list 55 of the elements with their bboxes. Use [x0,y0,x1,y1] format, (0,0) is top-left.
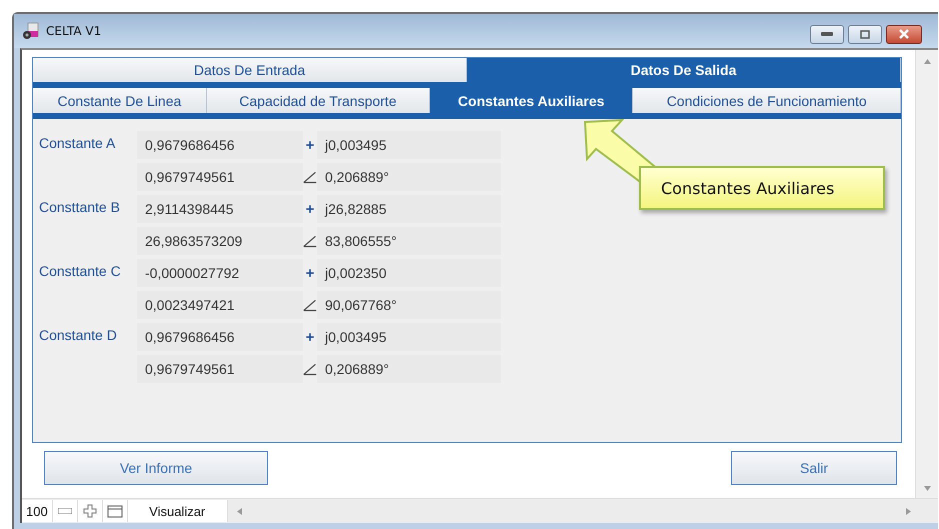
tab[interactable]: Datos De Entrada [33,58,467,82]
output-field: 0,9679749561 [137,163,303,191]
close-button[interactable] [886,24,922,44]
output-field: 0,9679686456 [137,131,303,159]
plus-sign: + [304,136,316,156]
output-field: j0,003495 [317,131,501,159]
constant-label: Constante D [39,326,118,343]
output-field: 90,067768° [317,291,501,319]
mode-label: Visualizar [128,500,228,522]
output-field: 0,0023497421 [137,291,303,319]
action-button[interactable]: Ver Informe [44,451,268,485]
output-field: j26,82885 [317,195,501,223]
angle-icon [303,361,317,377]
scroll-down-icon[interactable] [924,485,930,492]
plus-sign: + [304,264,316,284]
output-field: 0,206889° [317,355,501,383]
output-field: 0,9679686456 [137,323,303,351]
window-icon[interactable] [106,504,123,518]
plus-sign: + [304,328,316,348]
zoom-out-icon[interactable] [58,508,72,514]
tab[interactable]: Constante De Linea [33,88,207,113]
constant-label: Constante A [39,134,116,151]
output-field: j0,003495 [317,323,501,351]
scroll-right-icon[interactable] [905,508,912,514]
tab[interactable]: Capacidad de Transporte [206,88,430,113]
vertical-scrollbar[interactable] [915,50,938,498]
angle-icon [303,233,317,249]
tab[interactable]: Constantes Auxiliares [430,88,634,113]
scroll-left-icon[interactable] [236,508,243,514]
maximize-icon [860,30,870,38]
output-field: 0,9679749561 [137,355,303,383]
output-field: -0,0000027792 [137,259,303,287]
zoom-level: 100 [22,500,53,522]
output-field: 0,206889° [317,163,501,191]
output-field: 2,9114398445 [137,195,303,223]
constant-label: Consttante B [39,198,121,215]
minimize-icon [821,32,833,36]
action-button[interactable]: Salir [731,451,897,485]
zoom-in-icon[interactable] [82,504,97,518]
scroll-up-icon[interactable] [924,58,930,65]
output-field: 83,806555° [317,227,501,255]
tab[interactable]: Condiciones de Funcionamiento [633,88,901,113]
plus-sign: + [304,200,316,220]
output-field: j0,002350 [317,259,501,287]
constant-label: Consttante C [39,262,122,279]
angle-icon [303,169,317,185]
app-icon [22,22,40,40]
window-title: CELTA V1 [46,24,102,38]
maximize-button[interactable] [848,24,882,44]
close-icon [898,29,910,39]
tab[interactable]: Datos De Salida [467,58,901,82]
angle-icon [303,297,317,313]
minimize-button[interactable] [810,24,844,44]
output-field: 26,9863573209 [137,227,303,255]
callout-note: Constantes Auxiliares [639,166,885,210]
